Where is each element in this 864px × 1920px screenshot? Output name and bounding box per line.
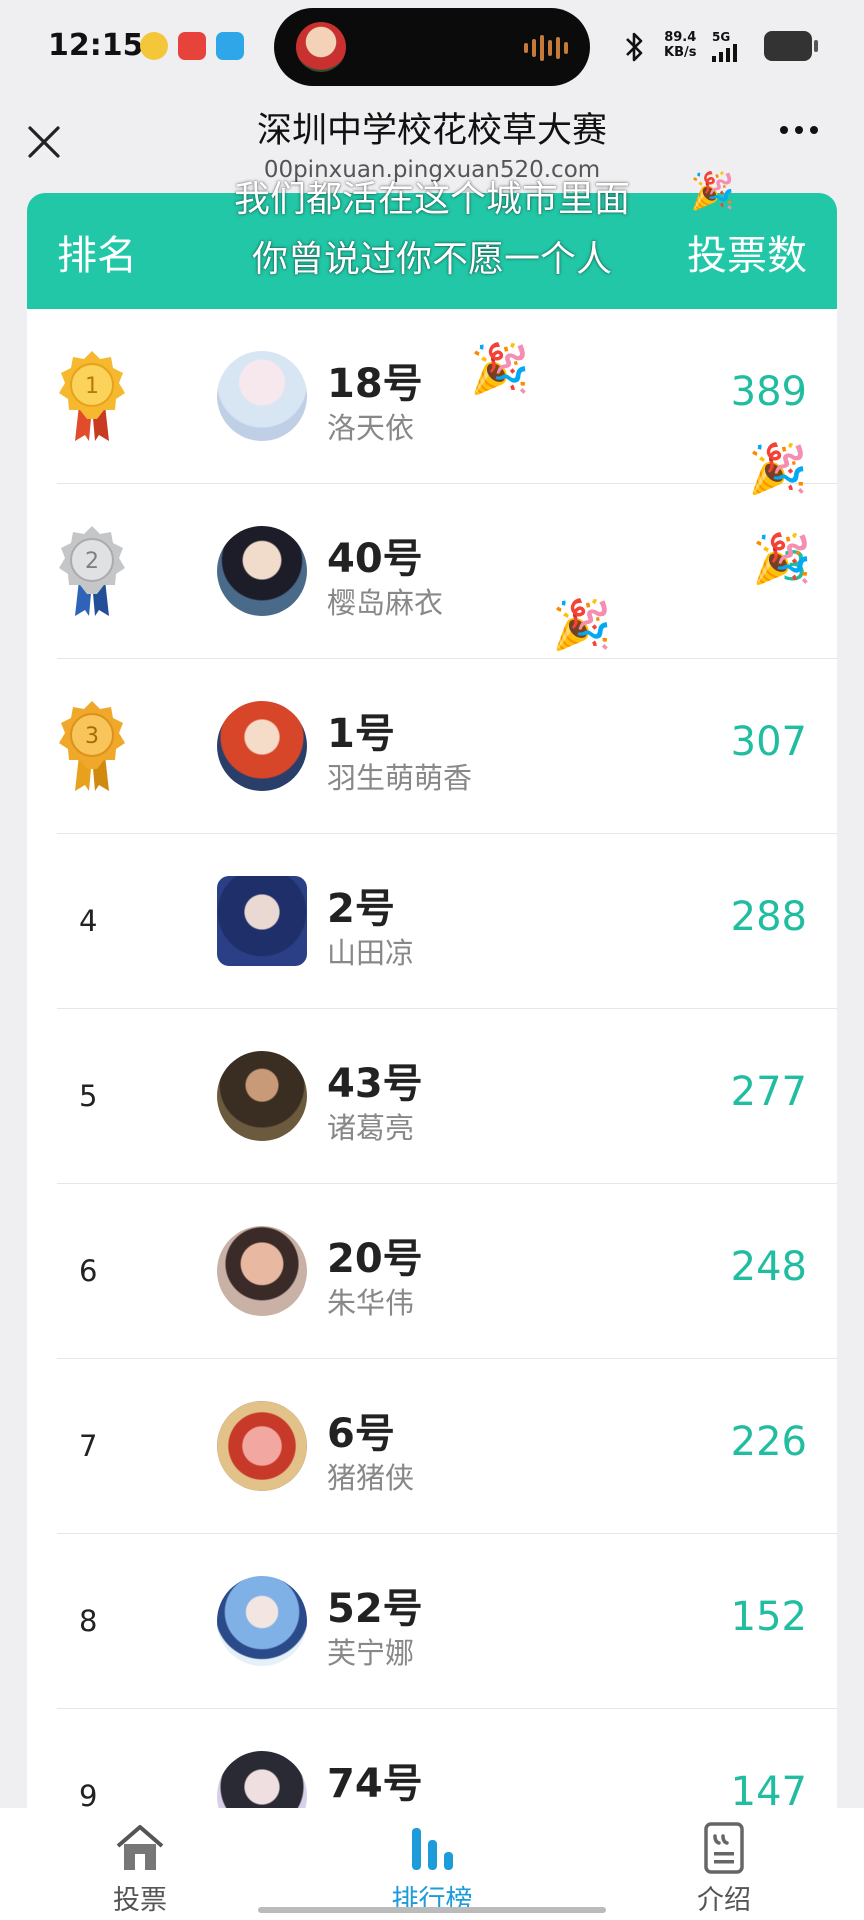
medal-rank-text: 3 <box>85 724 99 749</box>
entry-number: 43号 <box>327 1061 423 1107</box>
entry-number: 6号 <box>327 1411 395 1457</box>
entry-number: 2号 <box>327 886 395 932</box>
ranking-row[interactable]: 5 43号 诸葛亮 277 <box>27 1009 837 1184</box>
entry-name: 樱岛麻衣 <box>327 586 444 620</box>
avatar[interactable] <box>217 1751 307 1809</box>
rank-number: 5 <box>79 1079 98 1113</box>
medal-rank-text: 2 <box>85 549 99 574</box>
tab-intro[interactable]: 介绍 <box>644 1808 804 1920</box>
home-indicator[interactable] <box>258 1907 606 1913</box>
vote-count: 389 <box>730 369 807 415</box>
avatar[interactable] <box>217 526 307 616</box>
ranking-row[interactable]: 1 18号 洛天依 389 <box>27 309 837 484</box>
medal-rank-text: 1 <box>85 374 99 399</box>
entry-name: 洛天依 <box>327 411 415 445</box>
bar-chart-icon <box>412 1828 453 1870</box>
vote-count: 277 <box>730 1069 807 1115</box>
document-icon <box>704 1822 744 1874</box>
avatar[interactable] <box>217 1401 307 1491</box>
party-popper-icon: 🎉 <box>752 531 812 587</box>
entry-number: 1号 <box>327 711 395 757</box>
vote-count: 152 <box>730 1594 807 1640</box>
rank-number: 9 <box>79 1779 98 1809</box>
now-playing-avatar <box>296 22 346 72</box>
ranking-row[interactable]: 7 6号 猪猪侠 226 <box>27 1359 837 1534</box>
entry-name: 猪猪侠 <box>327 1461 415 1495</box>
rank-column-header: 排名 <box>57 233 137 279</box>
entry-name: 山田凉 <box>327 936 415 970</box>
bottom-tab-bar: 投票 排行榜 介绍 <box>0 1808 864 1920</box>
ranking-row[interactable]: 4 2号 山田凉 288 <box>27 834 837 1009</box>
app-notification-icon <box>216 32 244 60</box>
battery-tip <box>814 40 818 52</box>
status-time: 12:15 <box>48 28 144 63</box>
vote-count: 147 <box>730 1769 807 1809</box>
vote-count: 307 <box>730 719 807 765</box>
entry-number: 52号 <box>327 1586 423 1632</box>
bronze-medal-icon: 3 <box>59 701 125 791</box>
ranking-row[interactable]: 2 40号 樱岛麻衣 3 <box>27 484 837 659</box>
app-notification-icon <box>140 32 168 60</box>
app-notification-icon <box>178 32 206 60</box>
avatar[interactable] <box>217 1226 307 1316</box>
rank-number: 4 <box>79 904 98 938</box>
ranking-list: 1 18号 洛天依 389 2 40号 樱岛麻衣 3 3 1号 羽生萌萌香 30… <box>27 309 837 1809</box>
party-popper-icon: 🎉 <box>470 341 530 397</box>
audio-wave-icon <box>524 35 568 61</box>
rank-number: 7 <box>79 1429 98 1463</box>
rank-number: 6 <box>79 1254 98 1288</box>
entry-number: 18号 <box>327 361 423 407</box>
silver-medal-icon: 2 <box>59 526 125 616</box>
avatar[interactable] <box>217 876 307 966</box>
votes-column-header: 投票数 <box>687 233 807 279</box>
ranking-row[interactable]: 3 1号 羽生萌萌香 307 <box>27 659 837 834</box>
danmaku-comment: 我们都活在这个城市里面 <box>234 179 631 220</box>
ranking-row[interactable]: 6 20号 朱华伟 248 <box>27 1184 837 1359</box>
tab-label: 投票 <box>113 1885 167 1916</box>
party-popper-icon: 🎉 <box>690 171 735 212</box>
avatar[interactable] <box>217 701 307 791</box>
network-speed: 89.4 KB/s <box>664 30 696 60</box>
rank-number: 8 <box>79 1604 98 1638</box>
ranking-row[interactable]: 8 52号 芙宁娜 152 <box>27 1534 837 1709</box>
vote-count: 226 <box>730 1419 807 1465</box>
tab-label: 介绍 <box>697 1885 751 1916</box>
page-title: 深圳中学校花校草大赛 <box>256 111 607 151</box>
bluetooth-icon <box>626 32 643 62</box>
gold-medal-icon: 1 <box>59 351 125 441</box>
avatar[interactable] <box>217 1576 307 1666</box>
tab-ranking[interactable]: 排行榜 <box>352 1808 512 1920</box>
danmaku-comment: 你曾说过你不愿一个人 <box>252 239 613 280</box>
tab-vote[interactable]: 投票 <box>60 1808 220 1920</box>
entry-name: 朱华伟 <box>327 1286 415 1320</box>
network-speed-unit: KB/s <box>664 45 697 60</box>
entry-number: 74号 <box>327 1761 423 1807</box>
entry-name: 芙宁娜 <box>327 1636 415 1670</box>
battery-icon <box>764 31 812 61</box>
vote-count: 248 <box>730 1244 807 1290</box>
more-icon[interactable] <box>780 126 818 134</box>
network-speed-value: 89.4 <box>664 30 697 45</box>
home-icon <box>116 1825 164 1870</box>
entry-number: 40号 <box>327 536 423 582</box>
party-popper-icon: 🎉 <box>748 441 808 497</box>
signal-icon <box>712 44 737 62</box>
entry-name: 诸葛亮 <box>327 1111 415 1145</box>
vote-count: 288 <box>730 894 807 940</box>
network-type: 5G <box>712 30 731 44</box>
entry-number: 20号 <box>327 1236 423 1282</box>
entry-name: 羽生萌萌香 <box>327 761 473 795</box>
avatar[interactable] <box>217 351 307 441</box>
status-bar: 12:15 89.4 KB/s 5G <box>0 0 864 94</box>
ranking-row[interactable]: 9 74号 147 <box>27 1709 837 1809</box>
party-popper-icon: 🎉 <box>552 597 612 653</box>
avatar[interactable] <box>217 1051 307 1141</box>
dynamic-island[interactable] <box>274 8 590 86</box>
